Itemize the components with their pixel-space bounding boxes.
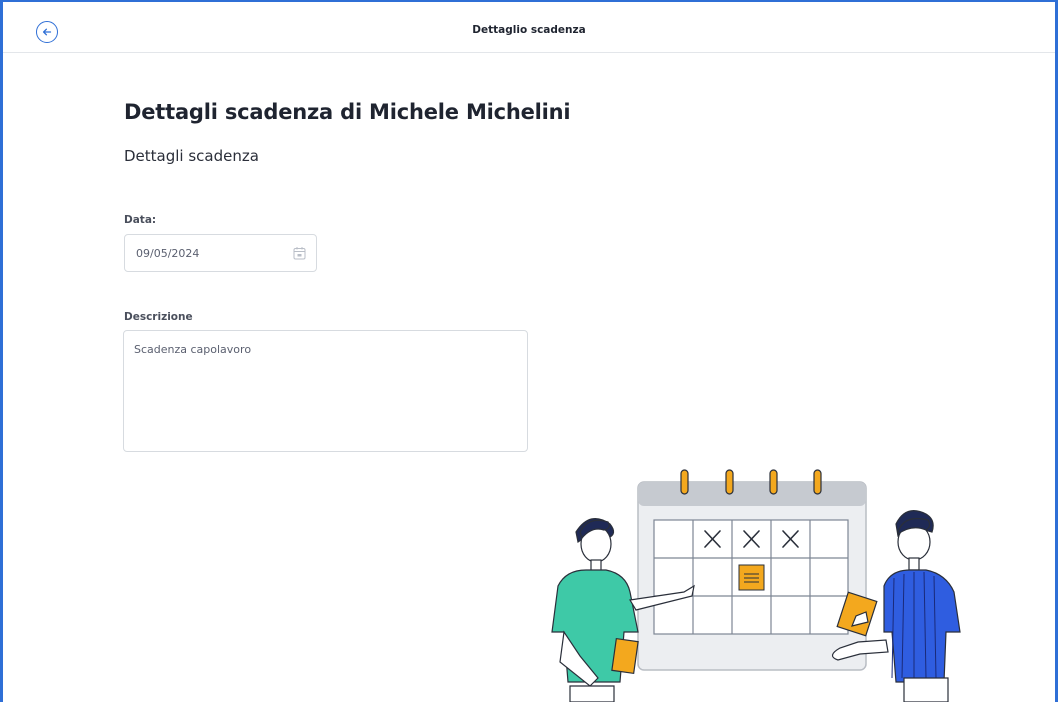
page-subtitle: Dettagli scadenza — [124, 147, 259, 165]
calendar-icon[interactable] — [293, 246, 306, 260]
description-textarea[interactable]: Scadenza capolavoro — [123, 330, 528, 452]
date-value: 09/05/2024 — [136, 247, 200, 260]
top-bar-title: Dettaglio scadenza — [472, 24, 586, 36]
window-frame-left — [0, 0, 3, 702]
top-bar: Dettaglio scadenza — [3, 2, 1055, 53]
calendar-board-illustration — [637, 469, 867, 671]
date-label: Data: — [124, 214, 157, 226]
calendar-people-illustration — [551, 469, 961, 702]
page-title: Dettagli scadenza di Michele Michelini — [124, 100, 571, 124]
description-value: Scadenza capolavoro — [134, 343, 252, 356]
description-label: Descrizione — [124, 311, 193, 323]
date-field[interactable]: 09/05/2024 — [124, 234, 317, 272]
